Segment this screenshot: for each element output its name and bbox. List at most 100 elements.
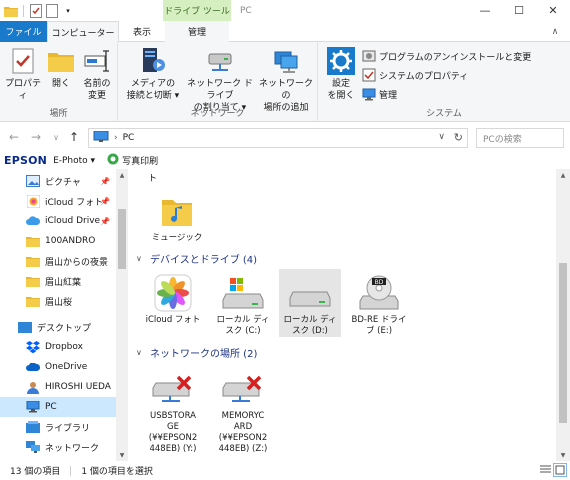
local-disk-c-tile[interactable]: ローカル ディ スク (C:) [212, 269, 274, 337]
nav-item-network[interactable]: ネットワーク [0, 437, 116, 457]
status-bar: 13 個の項目 1 個の項目を選択 [0, 461, 570, 480]
nav-scroll-thumb[interactable] [118, 209, 126, 269]
selection-count: 1 個の項目を選択 [81, 467, 153, 477]
manage-button[interactable]: 管理 [362, 86, 397, 102]
group-location: プロパティ 開く 名前の 変更 場所 [0, 42, 118, 122]
pin-icon[interactable]: 📌 [100, 217, 110, 226]
collapse-chevron-icon[interactable]: ∨ [136, 254, 146, 263]
rename-button[interactable]: 名前の 変更 [80, 46, 114, 102]
up-arrow-icon[interactable]: ↑ [66, 129, 82, 145]
open-button[interactable]: 開く [46, 46, 76, 90]
customize-dropdown-icon[interactable]: ▾ [61, 4, 75, 18]
collapse-chevron-icon[interactable]: ∨ [136, 348, 146, 357]
scroll-up-arrow-icon[interactable]: ▲ [116, 169, 128, 181]
nav-item-libraries[interactable]: ライブラリ [0, 417, 116, 437]
collapse-ribbon-icon[interactable]: ∧ [548, 25, 562, 39]
ribbon-tabs: ファイル コンピューター 表示 管理 ∧ [0, 21, 570, 43]
properties-check-icon[interactable] [29, 3, 43, 18]
title-bar: ▾ ドライブ ツール PC — ☐ ✕ [0, 0, 570, 21]
nav-item-icloud-photos[interactable]: iCloud フォト 📌 [0, 191, 116, 211]
nav-item-onedrive[interactable]: OneDrive [0, 357, 116, 377]
address-dropdown-icon[interactable]: ∨ [438, 132, 445, 142]
open-settings-button[interactable]: 設定 を開く [324, 46, 358, 102]
add-network-location-button[interactable]: ネットワークの 場所の追加 [256, 46, 316, 114]
nav-item-desktop[interactable]: デスクトップ [0, 317, 116, 337]
system-properties-button[interactable]: システムのプロパティ [362, 67, 468, 83]
content-pane: ト ミュージック ∨ デバイスとドライブ (4) iCloud フォト ローカル… [128, 169, 556, 461]
map-network-drive-button[interactable]: ネットワーク ドライブ の割り当て ▾ [184, 46, 256, 114]
nav-item-folder[interactable]: 眉山桜 [0, 291, 116, 311]
devices-group-header[interactable]: ∨ デバイスとドライブ (4) [136, 251, 257, 266]
local-disk-d-tile[interactable]: ローカル ディ スク (D:) [279, 269, 341, 337]
content-scrollbar[interactable]: ▲ ▼ [556, 169, 570, 461]
ephoto-dropdown[interactable]: E-Photo ▾ [53, 156, 95, 166]
scroll-down-arrow-icon[interactable]: ▼ [116, 449, 128, 461]
back-arrow-icon[interactable]: ← [6, 129, 22, 145]
usbstorage-drive-tile[interactable]: USBSTORA GE (¥¥EPSON2 448EB) (Y:) [142, 365, 204, 455]
minimize-button[interactable]: — [468, 0, 502, 21]
nav-item-user[interactable]: HIROSHI UEDA [0, 377, 116, 397]
folder-icon [26, 254, 40, 268]
recent-locations-chevron-icon[interactable]: ∨ [48, 129, 64, 145]
uninstall-programs-button[interactable]: プログラムのアンインストールと変更 [362, 48, 531, 64]
nav-item-pictures[interactable]: ピクチャ 📌 [0, 171, 116, 191]
breadcrumb-pc[interactable]: PC [123, 133, 135, 143]
photo-print-button[interactable]: 写真印刷 [107, 153, 158, 168]
memorycard-drive-tile[interactable]: MEMORYC ARD (¥¥EPSON2 448EB) (Z:) [212, 365, 274, 455]
computer-management-icon [362, 87, 376, 101]
nav-item-pc[interactable]: PC [0, 397, 116, 417]
user-folder-icon [26, 380, 40, 394]
forward-arrow-icon[interactable]: → [28, 129, 44, 145]
icloud-photos-icon [26, 194, 40, 208]
partial-label: ト [148, 174, 158, 184]
folder-icon[interactable] [4, 4, 18, 18]
properties-check-icon [8, 46, 38, 76]
status-divider [70, 465, 72, 476]
icloud-drive-icon [26, 214, 40, 228]
pin-icon[interactable]: 📌 [100, 177, 110, 186]
scroll-down-arrow-icon[interactable]: ▼ [556, 449, 570, 461]
nav-pane-scrollbar[interactable]: ▲ ▼ [116, 169, 128, 461]
tab-view[interactable]: 表示 [119, 21, 165, 42]
epson-toolbar: EPSON E-Photo ▾ 写真印刷 [0, 152, 570, 169]
group-label-network: ネットワーク [190, 109, 245, 119]
rename-icon [82, 46, 112, 76]
scroll-up-arrow-icon[interactable]: ▲ [556, 169, 570, 181]
network-icon [26, 440, 40, 454]
group-system: 設定 を開く プログラムのアンインストールと変更 システムのプロパティ 管理 シ… [318, 42, 570, 122]
pin-icon[interactable]: 📌 [100, 197, 110, 206]
details-view-icon[interactable] [539, 464, 551, 476]
icloud-photos-tile[interactable]: iCloud フォト [142, 269, 204, 326]
content-scroll-thumb[interactable] [559, 263, 567, 423]
tab-manage[interactable]: 管理 [165, 21, 229, 42]
properties-button[interactable]: プロパティ [4, 46, 42, 102]
music-folder-tile[interactable]: ミュージック [146, 187, 208, 244]
close-button[interactable]: ✕ [536, 0, 570, 21]
maximize-button[interactable]: ☐ [502, 0, 536, 21]
pc-icon [93, 130, 109, 146]
nav-item-folder[interactable]: 100ANDRO [0, 231, 116, 251]
item-count: 13 個の項目 [10, 467, 61, 477]
large-icons-view-icon[interactable] [553, 463, 567, 477]
folder-icon [26, 274, 40, 288]
media-connect-button[interactable]: メディアの 接続と切断 ▾ [122, 46, 184, 102]
nav-item-folder[interactable]: 眉山紅葉 [0, 271, 116, 291]
group-label-location: 場所 [49, 109, 68, 119]
dropbox-icon [26, 340, 40, 354]
bd-re-drive-tile[interactable]: BD BD-RE ドライ ブ (E:) [348, 269, 410, 337]
nav-item-icloud-drive[interactable]: iCloud Drive 📌 [0, 211, 116, 231]
nav-item-dropbox[interactable]: Dropbox [0, 337, 116, 357]
bluray-drive-icon: BD [356, 273, 402, 313]
refresh-icon[interactable]: ↻ [454, 131, 463, 144]
address-bar[interactable]: › PC ∨ ↻ [88, 128, 468, 148]
nav-item-folder[interactable]: 眉山からの夜景 [0, 251, 116, 271]
new-folder-icon[interactable] [45, 3, 59, 18]
network-locations-group-header[interactable]: ∨ ネットワークの場所 (2) [136, 345, 257, 360]
media-server-icon [138, 46, 168, 76]
tab-computer[interactable]: コンピューター [47, 21, 119, 43]
system-drive-icon [220, 273, 266, 313]
navigation-bar: ← → ∨ ↑ › PC ∨ ↻ PCの検索 [0, 122, 570, 152]
tab-file[interactable]: ファイル [0, 21, 47, 42]
window-title: PC [240, 5, 252, 16]
search-input[interactable]: PCの検索 [476, 128, 564, 148]
